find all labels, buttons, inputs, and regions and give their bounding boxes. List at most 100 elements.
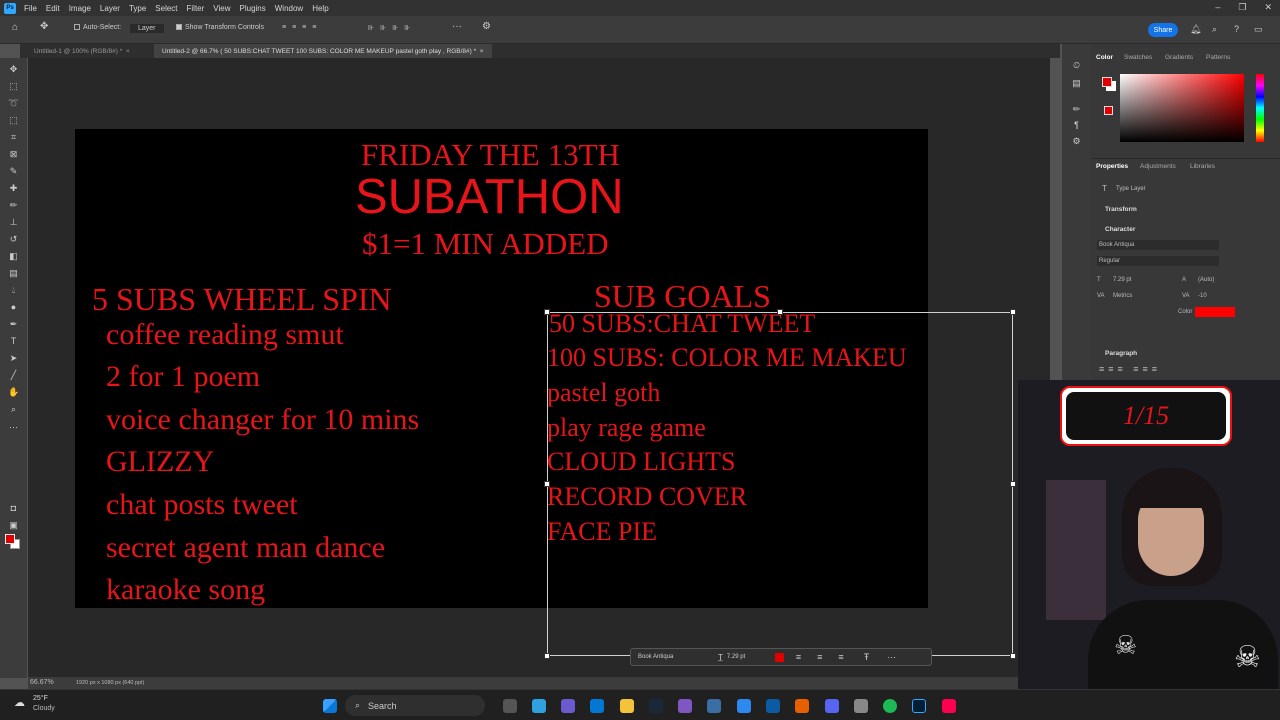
transform-section[interactable]: Transform bbox=[1105, 206, 1137, 213]
menu-type[interactable]: Type bbox=[129, 4, 146, 13]
weather-temp[interactable]: 25°F bbox=[33, 695, 48, 702]
hand-tool-icon[interactable]: ✋ bbox=[8, 387, 19, 398]
align-icons[interactable]: ≡≡≡≡ bbox=[282, 24, 322, 31]
ctx-size-field[interactable]: 7.29 pt bbox=[727, 654, 771, 660]
more-tools-icon[interactable]: ··· bbox=[8, 422, 19, 433]
align-center-icon[interactable]: ≡ bbox=[817, 652, 822, 662]
eyedropper-tool-icon[interactable]: ✎ bbox=[8, 166, 19, 177]
pen-tool-icon[interactable]: ✒ bbox=[8, 319, 19, 330]
quick-mask-icon[interactable]: ◘ bbox=[8, 503, 19, 514]
screen-mode-icon[interactable]: ▣ bbox=[8, 520, 19, 531]
menu-window[interactable]: Window bbox=[275, 4, 303, 13]
transform-handle[interactable] bbox=[544, 481, 550, 487]
leading-field[interactable]: (Auto) bbox=[1198, 277, 1214, 283]
dodge-tool-icon[interactable]: ● bbox=[8, 302, 19, 313]
kerning-field[interactable]: Metrics bbox=[1113, 293, 1132, 299]
bell-icon[interactable]: 🔔︎ bbox=[1190, 24, 1201, 35]
tab-gradients[interactable]: Gradients bbox=[1165, 54, 1193, 61]
weather-condition[interactable]: Cloudy bbox=[33, 705, 55, 712]
tracking-field[interactable]: -10 bbox=[1198, 293, 1207, 299]
font-style-dropdown[interactable]: Regular bbox=[1097, 256, 1219, 266]
object-select-tool-icon[interactable]: ⬚ bbox=[8, 115, 19, 126]
menu-edit[interactable]: Edit bbox=[46, 4, 60, 13]
ctx-color-swatch[interactable] bbox=[774, 652, 784, 662]
settings-gear-icon[interactable]: ⚙ bbox=[482, 21, 491, 32]
hue-slider[interactable] bbox=[1256, 74, 1264, 142]
auto-select-checkbox[interactable]: Auto-Select: bbox=[74, 24, 121, 31]
maximize-icon[interactable]: ❐ bbox=[1238, 2, 1246, 13]
blur-tool-icon[interactable]: 💧︎ bbox=[8, 285, 19, 296]
text-bounding-box[interactable] bbox=[544, 309, 1016, 659]
shape-tool-icon[interactable]: ╱ bbox=[8, 370, 19, 381]
transform-handle[interactable] bbox=[1010, 309, 1016, 315]
tab-swatches[interactable]: Swatches bbox=[1124, 54, 1152, 61]
home-icon[interactable]: ⌂ bbox=[12, 22, 18, 33]
share-button[interactable]: Share bbox=[1148, 23, 1178, 37]
healing-tool-icon[interactable]: ✚ bbox=[8, 183, 19, 194]
marquee-tool-icon[interactable]: ⬚ bbox=[8, 81, 19, 92]
move-tool-icon[interactable]: ✥ bbox=[8, 64, 19, 75]
discord-icon[interactable] bbox=[825, 699, 839, 713]
app-icon[interactable] bbox=[678, 699, 692, 713]
gradient-tool-icon[interactable]: ▤ bbox=[8, 268, 19, 279]
crop-tool-icon[interactable]: ⌗ bbox=[8, 132, 19, 143]
paragraph-section[interactable]: Paragraph bbox=[1105, 350, 1137, 357]
file-explorer-icon[interactable] bbox=[620, 699, 634, 713]
zoom-tool-icon[interactable]: ⌕ bbox=[8, 404, 19, 415]
close-icon[interactable]: ✕ bbox=[1264, 2, 1272, 13]
more-options-icon[interactable]: ··· bbox=[452, 21, 462, 32]
brush-settings-icon[interactable]: ✏ bbox=[1071, 104, 1082, 115]
menu-plugins[interactable]: Plugins bbox=[240, 4, 266, 13]
frame-tool-icon[interactable]: ⊠ bbox=[8, 149, 19, 160]
foreground-color-swatch[interactable] bbox=[5, 534, 15, 544]
stamp-tool-icon[interactable]: ⊥ bbox=[8, 217, 19, 228]
adjust-icon[interactable]: ⚙ bbox=[1071, 136, 1082, 147]
color-foreground[interactable] bbox=[1102, 77, 1112, 87]
font-family-dropdown[interactable]: Book Antiqua bbox=[1097, 240, 1219, 250]
task-view-icon[interactable] bbox=[503, 699, 517, 713]
menu-file[interactable]: File bbox=[24, 4, 37, 13]
spotify-icon[interactable] bbox=[883, 699, 897, 713]
app-icon[interactable] bbox=[737, 699, 751, 713]
more-options-icon[interactable]: ··· bbox=[887, 652, 896, 662]
workspace-icon[interactable]: ▭ bbox=[1254, 24, 1263, 35]
lasso-tool-icon[interactable]: ➰ bbox=[8, 98, 19, 109]
tab-libraries[interactable]: Libraries bbox=[1190, 163, 1215, 170]
align-left-icon[interactable]: ≡ bbox=[796, 652, 801, 662]
tab-color[interactable]: Color bbox=[1096, 54, 1113, 61]
history-icon[interactable]: ⏲ bbox=[1071, 60, 1082, 71]
help-icon[interactable]: ? bbox=[1234, 24, 1239, 34]
menu-help[interactable]: Help bbox=[312, 4, 328, 13]
path-select-tool-icon[interactable]: ➤ bbox=[8, 353, 19, 364]
font-size-field[interactable]: 7.29 pt bbox=[1113, 277, 1131, 283]
taskbar-search[interactable]: ⌕ Search bbox=[345, 695, 485, 716]
comments-icon[interactable]: ▤ bbox=[1071, 78, 1082, 89]
history-brush-tool-icon[interactable]: ↺ bbox=[8, 234, 19, 245]
photoshop-icon[interactable] bbox=[912, 699, 926, 713]
ctx-font-dropdown[interactable]: Book Antiqua bbox=[638, 654, 712, 660]
tiktok-icon[interactable] bbox=[942, 699, 956, 713]
tab-untitled-2[interactable]: Untitled-2 @ 66.7% ( 50 SUBS:CHAT TWEET … bbox=[154, 44, 492, 58]
transform-controls-checkbox[interactable]: Show Transform Controls bbox=[176, 24, 264, 31]
color-picker-field[interactable] bbox=[1120, 74, 1244, 142]
text-color-swatch[interactable] bbox=[1195, 307, 1235, 317]
brush-tool-icon[interactable]: ✏ bbox=[8, 200, 19, 211]
minimize-icon[interactable]: – bbox=[1215, 2, 1220, 13]
start-icon[interactable] bbox=[323, 699, 337, 713]
transform-handle[interactable] bbox=[1010, 653, 1016, 659]
menu-layer[interactable]: Layer bbox=[100, 4, 120, 13]
layer-select-dropdown[interactable]: Layer bbox=[130, 24, 164, 33]
search-icon[interactable]: ⌕ bbox=[1212, 24, 1217, 35]
paragraph-icon[interactable]: ¶ bbox=[1071, 120, 1082, 131]
edge-icon[interactable] bbox=[766, 699, 780, 713]
menu-view[interactable]: View bbox=[213, 4, 230, 13]
character-section[interactable]: Character bbox=[1105, 226, 1135, 233]
align-right-icon[interactable]: ≡ bbox=[838, 652, 843, 662]
firefox-icon[interactable] bbox=[795, 699, 809, 713]
paragraph-align-icons[interactable]: ≡≡≡ ≡≡≡ bbox=[1099, 364, 1161, 374]
app-icon[interactable] bbox=[854, 699, 868, 713]
menu-select[interactable]: Select bbox=[155, 4, 177, 13]
tab-adjustments[interactable]: Adjustments bbox=[1140, 163, 1176, 170]
menu-filter[interactable]: Filter bbox=[187, 4, 205, 13]
teams-icon[interactable] bbox=[561, 699, 575, 713]
